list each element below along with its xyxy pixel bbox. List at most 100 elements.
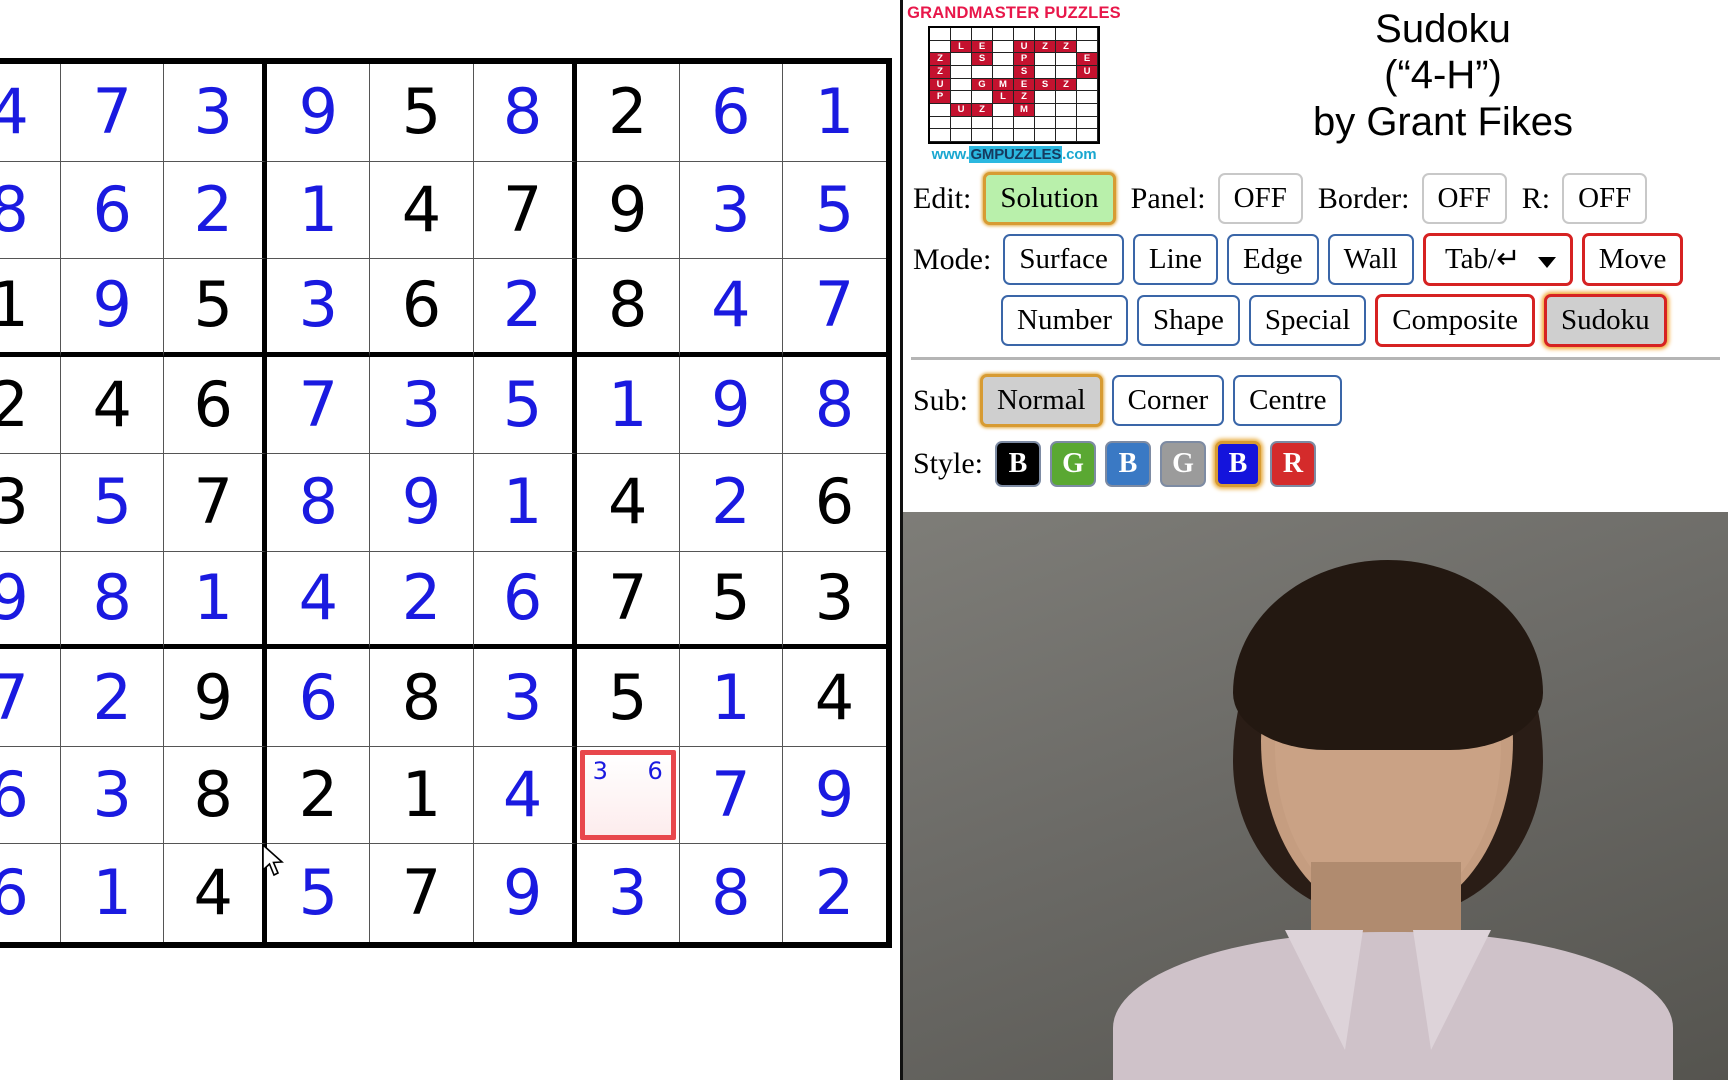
sudoku-cell-r1c2[interactable]: 7 <box>61 64 165 162</box>
sudoku-cell-r6c8[interactable]: 5 <box>679 551 783 650</box>
sudoku-cell-r7c8[interactable]: 1 <box>679 649 783 747</box>
sudoku-cell-r9c6[interactable]: 9 <box>473 844 577 942</box>
webcam-video-pane[interactable] <box>903 512 1728 1080</box>
sudoku-cell-r6c9[interactable]: 3 <box>782 551 886 650</box>
sudoku-cell-r3c9[interactable]: 7 <box>782 259 886 357</box>
sudoku-cell-r5c6[interactable]: 1 <box>473 454 577 552</box>
mode-special-button[interactable]: Special <box>1248 295 1367 346</box>
sudoku-cell-r2c2[interactable]: 6 <box>61 161 165 260</box>
sudoku-cell-r6c1[interactable]: 9 <box>0 551 62 650</box>
sudoku-cell-r7c2[interactable]: 2 <box>61 649 165 747</box>
style-swatch-3[interactable]: B <box>1105 441 1152 487</box>
sudoku-cell-r1c4[interactable]: 9 <box>267 64 371 162</box>
mode-line-button[interactable]: Line <box>1132 234 1219 285</box>
r-toggle-button[interactable]: OFF <box>1562 173 1648 224</box>
mode-surface-button[interactable]: Surface <box>1003 234 1124 285</box>
sudoku-cell-r3c5[interactable]: 6 <box>370 259 474 357</box>
sudoku-cell-r7c7[interactable]: 5 <box>576 649 680 747</box>
mode-move-button[interactable]: Move <box>1581 233 1684 286</box>
style-swatch-1[interactable]: B <box>995 441 1042 487</box>
sudoku-cell-r7c3[interactable]: 9 <box>164 649 268 747</box>
sudoku-cell-r6c5[interactable]: 2 <box>370 551 474 650</box>
sudoku-cell-r4c9[interactable]: 8 <box>782 356 886 455</box>
sudoku-cell-r5c3[interactable]: 7 <box>164 454 268 552</box>
sudoku-cell-r9c1[interactable]: 6 <box>0 844 62 942</box>
sudoku-cell-r2c9[interactable]: 5 <box>782 161 886 260</box>
sudoku-cell-r6c7[interactable]: 7 <box>576 551 680 650</box>
sudoku-cell-r6c4[interactable]: 4 <box>267 551 371 650</box>
edit-mode-solution-button[interactable]: Solution <box>983 172 1116 225</box>
sudoku-cell-r2c8[interactable]: 3 <box>679 161 783 260</box>
sudoku-cell-r1c6[interactable]: 8 <box>473 64 577 162</box>
mode-edge-button[interactable]: Edge <box>1227 234 1319 285</box>
sudoku-cell-r7c5[interactable]: 8 <box>370 649 474 747</box>
mode-shape-button[interactable]: Shape <box>1137 295 1240 346</box>
sudoku-cell-r8c5[interactable]: 1 <box>370 746 474 845</box>
sudoku-cell-r8c9[interactable]: 9 <box>782 746 886 845</box>
mode-number-button[interactable]: Number <box>1001 295 1129 346</box>
sudoku-cell-r2c3[interactable]: 2 <box>164 161 268 260</box>
sudoku-cell-r5c9[interactable]: 6 <box>782 454 886 552</box>
sudoku-cell-r1c5[interactable]: 5 <box>370 64 474 162</box>
sudoku-cell-r5c7[interactable]: 4 <box>576 454 680 552</box>
sudoku-cell-r7c9[interactable]: 4 <box>782 649 886 747</box>
sudoku-cell-r1c9[interactable]: 1 <box>782 64 886 162</box>
sub-corner-button[interactable]: Corner <box>1111 375 1225 426</box>
sudoku-cell-r4c8[interactable]: 9 <box>679 356 783 455</box>
mode-composite-button[interactable]: Composite <box>1375 294 1535 347</box>
sudoku-cell-r4c1[interactable]: 2 <box>0 356 62 455</box>
sudoku-cell-r2c7[interactable]: 9 <box>576 161 680 260</box>
sudoku-cell-r5c4[interactable]: 8 <box>267 454 371 552</box>
sudoku-cell-r1c1[interactable]: 4 <box>0 64 62 162</box>
sudoku-cell-r5c2[interactable]: 5 <box>61 454 165 552</box>
sudoku-cell-r2c1[interactable]: 8 <box>0 161 62 260</box>
sudoku-cell-r8c2[interactable]: 3 <box>61 746 165 845</box>
sub-normal-button[interactable]: Normal <box>980 374 1103 427</box>
sudoku-cell-r7c1[interactable]: 7 <box>0 649 62 747</box>
sudoku-cell-r9c8[interactable]: 8 <box>679 844 783 942</box>
sudoku-cell-r3c7[interactable]: 8 <box>576 259 680 357</box>
sudoku-cell-r3c2[interactable]: 9 <box>61 259 165 357</box>
sudoku-cell-r7c6[interactable]: 3 <box>473 649 577 747</box>
sudoku-cell-r4c7[interactable]: 1 <box>576 356 680 455</box>
style-swatch-6[interactable]: R <box>1270 441 1317 487</box>
sudoku-cell-r3c1[interactable]: 1 <box>0 259 62 357</box>
sudoku-cell-r8c7[interactable]: 36 <box>576 746 680 845</box>
sudoku-cell-r9c4[interactable]: 5 <box>267 844 371 942</box>
sudoku-cell-r1c8[interactable]: 6 <box>679 64 783 162</box>
sudoku-cell-r5c1[interactable]: 3 <box>0 454 62 552</box>
sudoku-cell-r3c6[interactable]: 2 <box>473 259 577 357</box>
sudoku-cell-r8c6[interactable]: 4 <box>473 746 577 845</box>
sudoku-cell-r6c2[interactable]: 8 <box>61 551 165 650</box>
sudoku-cell-r9c9[interactable]: 2 <box>782 844 886 942</box>
mode-sudoku-button[interactable]: Sudoku <box>1543 294 1667 347</box>
sudoku-cell-r4c2[interactable]: 4 <box>61 356 165 455</box>
tab-enter-dropdown-button[interactable]: Tab/↵ <box>1422 233 1573 286</box>
border-toggle-button[interactable]: OFF <box>1421 173 1507 224</box>
style-swatch-4[interactable]: G <box>1160 441 1207 487</box>
sudoku-cell-r9c3[interactable]: 4 <box>164 844 268 942</box>
sudoku-cell-r5c8[interactable]: 2 <box>679 454 783 552</box>
sudoku-cell-r9c5[interactable]: 7 <box>370 844 474 942</box>
sudoku-cell-r4c3[interactable]: 6 <box>164 356 268 455</box>
sudoku-cell-r3c4[interactable]: 3 <box>267 259 371 357</box>
sudoku-cell-r4c6[interactable]: 5 <box>473 356 577 455</box>
sudoku-cell-r8c8[interactable]: 7 <box>679 746 783 845</box>
sudoku-cell-r6c3[interactable]: 1 <box>164 551 268 650</box>
sudoku-cell-r2c4[interactable]: 1 <box>267 161 371 260</box>
sudoku-cell-r4c5[interactable]: 3 <box>370 356 474 455</box>
sudoku-cell-r1c7[interactable]: 2 <box>576 64 680 162</box>
sudoku-grid[interactable]: 4739582618621479351953628472467351983578… <box>0 58 892 948</box>
sub-centre-button[interactable]: Centre <box>1233 375 1343 426</box>
sudoku-cell-r3c8[interactable]: 4 <box>679 259 783 357</box>
mode-wall-button[interactable]: Wall <box>1327 234 1414 285</box>
sudoku-cell-r8c4[interactable]: 2 <box>267 746 371 845</box>
sudoku-cell-r3c3[interactable]: 5 <box>164 259 268 357</box>
sudoku-cell-r4c4[interactable]: 7 <box>267 356 371 455</box>
sudoku-cell-r2c5[interactable]: 4 <box>370 161 474 260</box>
sudoku-cell-r6c6[interactable]: 6 <box>473 551 577 650</box>
sudoku-cell-r7c4[interactable]: 6 <box>267 649 371 747</box>
style-swatch-5[interactable]: B <box>1215 441 1262 487</box>
sudoku-cell-r1c3[interactable]: 3 <box>164 64 268 162</box>
sudoku-cell-r5c5[interactable]: 9 <box>370 454 474 552</box>
